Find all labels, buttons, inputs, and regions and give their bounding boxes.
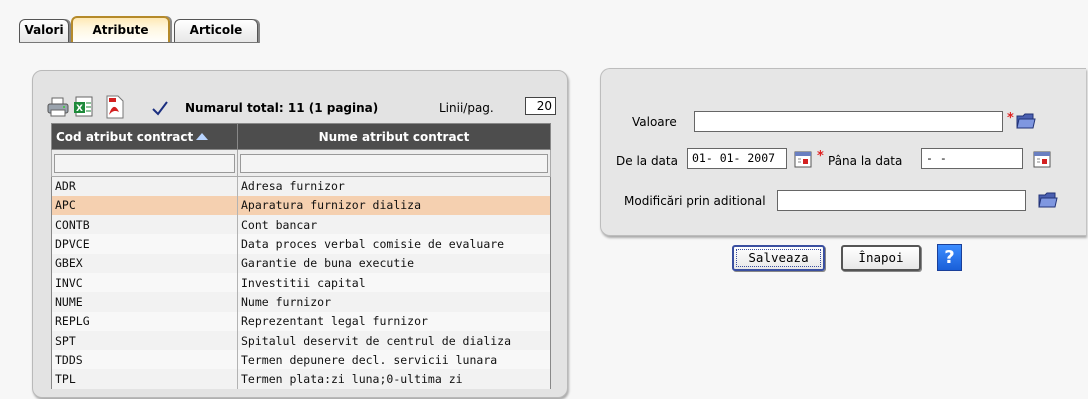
back-button[interactable]: Înapoi	[841, 245, 921, 271]
from-date-label: De la data	[616, 154, 678, 168]
calendar-icon[interactable]	[794, 150, 812, 168]
total-count: Numarul total: 11 (1 pagina)	[185, 101, 379, 115]
attribute-form-panel: Valoare * De la data 01- 01- 2007 * Pâna…	[600, 68, 1086, 236]
list-toolbar: X Numarul total: 11 (1 pagina) Linii/pag…	[47, 93, 559, 121]
tab-atribute[interactable]: Atribute	[71, 16, 170, 43]
modificari-label: Modificări prin aditional	[624, 194, 766, 208]
from-date-input[interactable]: 01- 01- 2007	[687, 148, 787, 169]
table-row[interactable]: GBEX Garantie de buna executie	[51, 253, 551, 273]
excel-icon[interactable]: X	[73, 95, 95, 119]
column-header-name[interactable]: Nume atribut contract	[237, 123, 551, 150]
table-body: ADR Adresa furnizor APC Aparatura furnizor …	[51, 176, 551, 389]
cell-name: Termen depunere decl. servicii lunara	[237, 350, 551, 370]
table-row[interactable]: APC Aparatura furnizor dializa	[51, 195, 551, 216]
table-row[interactable]: CONTB Cont bancar	[51, 215, 551, 235]
cell-code: DPVCE	[51, 234, 238, 254]
tab-articole[interactable]: Articole	[174, 19, 258, 43]
checkmark-icon[interactable]	[151, 99, 169, 117]
cell-code: NUME	[51, 292, 238, 312]
table-row[interactable]: SPT Spitalul deservit de centrul de diali…	[51, 330, 551, 351]
cell-code: INVC	[51, 272, 238, 293]
folder-icon[interactable]	[1037, 191, 1059, 209]
filter-name-input[interactable]	[240, 153, 548, 173]
table-row[interactable]: DPVCE Data proces verbal comisie de evalu…	[51, 234, 551, 254]
folder-icon[interactable]	[1015, 112, 1037, 130]
cell-code: TPL	[51, 369, 238, 389]
valoare-label: Valoare	[632, 115, 677, 129]
required-marker: *	[1007, 111, 1014, 126]
cell-code: CONTB	[51, 215, 238, 235]
cell-code: SPT	[51, 330, 238, 351]
cell-name: Data proces verbal comisie de evaluare	[237, 234, 551, 254]
cell-name: Investitii capital	[237, 272, 551, 293]
help-button[interactable]: ?	[937, 244, 962, 271]
cell-code: APC	[51, 195, 238, 216]
cell-name: Termen plata:zi luna;0-ultima zi	[237, 369, 551, 389]
valoare-input[interactable]	[694, 111, 1003, 132]
modificari-input[interactable]	[777, 190, 1026, 211]
cell-code: TDDS	[51, 350, 238, 370]
svg-text:X: X	[76, 104, 83, 114]
cell-name: Spitalul deservit de centrul de dializa	[237, 330, 551, 351]
tab-underline	[19, 42, 259, 43]
calendar-icon[interactable]	[1033, 150, 1051, 168]
cell-name: Cont bancar	[237, 215, 551, 235]
attributes-table: Cod atribut contract Nume atribut contra…	[51, 123, 551, 389]
printer-icon[interactable]	[47, 95, 69, 119]
sort-ascending-icon[interactable]	[196, 132, 209, 140]
column-header-code-label: Cod atribut contract	[56, 129, 194, 144]
cell-name: Nume furnizor	[237, 292, 551, 312]
table-row[interactable]: INVC Investitii capital	[51, 272, 551, 293]
tab-valori[interactable]: Valori	[19, 19, 69, 43]
attribute-list-panel: X Numarul total: 11 (1 pagina) Linii/pag…	[32, 70, 568, 398]
filter-code-input[interactable]	[54, 153, 235, 173]
table-row[interactable]: TDDS Termen depunere decl. servicii lunar…	[51, 350, 551, 370]
table-row[interactable]: REPLG Reprezentant legal furnizor	[51, 311, 551, 331]
filter-row	[51, 149, 551, 177]
to-date-label: Pâna la data	[828, 154, 903, 168]
lines-per-page-input[interactable]: 20	[525, 97, 556, 115]
cell-name: Garantie de buna executie	[237, 253, 551, 273]
column-header-code[interactable]: Cod atribut contract	[51, 123, 238, 150]
cell-name: Reprezentant legal furnizor	[237, 311, 551, 331]
pdf-icon[interactable]	[103, 95, 125, 119]
save-button[interactable]: Salveaza	[732, 245, 825, 271]
table-row[interactable]: ADR Adresa furnizor	[51, 176, 551, 196]
cell-code: GBEX	[51, 253, 238, 273]
cell-code: ADR	[51, 176, 238, 196]
table-row[interactable]: NUME Nume furnizor	[51, 292, 551, 312]
to-date-input[interactable]: - -	[921, 148, 1023, 169]
lines-per-page-label: Linii/pag.	[439, 101, 494, 115]
cell-name: Adresa furnizor	[237, 176, 551, 196]
cell-code: REPLG	[51, 311, 238, 331]
required-marker: *	[817, 149, 824, 164]
cell-name: Aparatura furnizor dializa	[237, 195, 551, 216]
table-row[interactable]: TPL Termen plata:zi luna;0-ultima zi	[51, 369, 551, 389]
